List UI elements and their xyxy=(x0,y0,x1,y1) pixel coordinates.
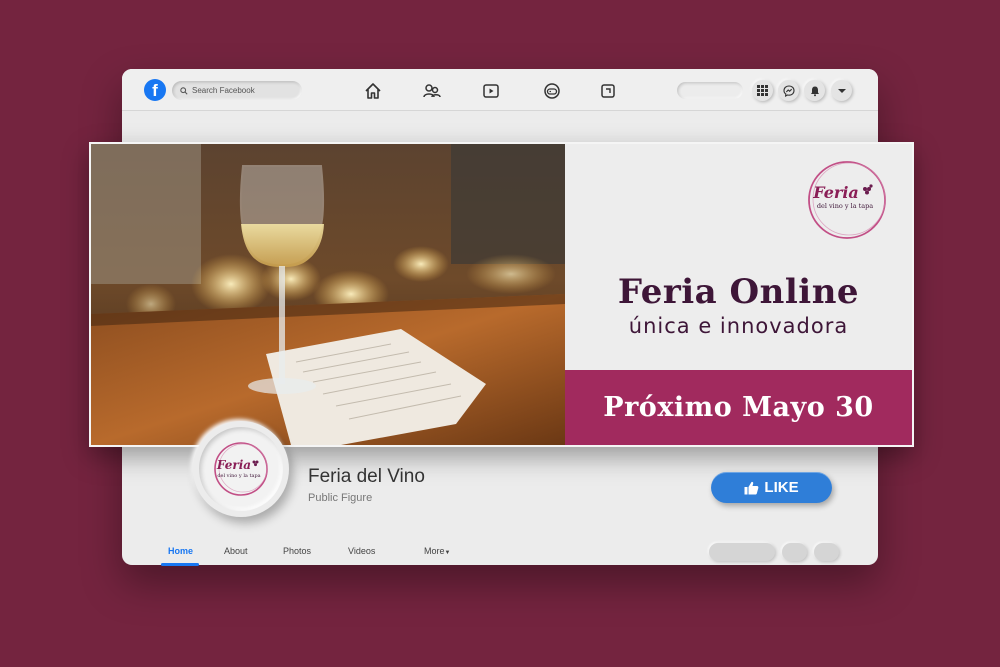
pages-icon[interactable] xyxy=(598,81,618,101)
watch-icon[interactable] xyxy=(481,81,501,101)
chevron-down-icon[interactable] xyxy=(831,80,852,101)
action-button-placeholder[interactable] xyxy=(814,543,839,561)
bell-icon[interactable] xyxy=(804,80,825,101)
page-tabs: Home About Photos Videos More▼ xyxy=(0,546,1000,562)
active-tab-indicator xyxy=(161,563,199,566)
page-category: Public Figure xyxy=(308,492,373,504)
action-button-placeholder[interactable] xyxy=(782,543,807,561)
gaming-icon[interactable] xyxy=(542,81,562,101)
tab-about[interactable]: About xyxy=(224,546,248,556)
action-button-placeholder[interactable] xyxy=(709,543,775,561)
tab-videos[interactable]: Videos xyxy=(348,546,375,556)
page-name: Feria del Vino xyxy=(308,466,425,487)
like-button[interactable]: LIKE xyxy=(711,472,832,503)
profile-avatar[interactable]: Feria del vino y la tapa xyxy=(193,421,289,517)
tab-more[interactable]: More▼ xyxy=(424,546,450,556)
logo-subtitle: del vino y la tapa xyxy=(817,202,873,210)
thumbs-up-icon xyxy=(744,481,759,494)
tab-more-label: More xyxy=(424,546,445,556)
right-search-pill[interactable] xyxy=(677,82,743,99)
wine-glass-bar-photo xyxy=(91,144,565,445)
event-date-banner: Próximo Mayo 30 xyxy=(565,370,912,445)
event-promo-panel: Feria del vino y la tapa Feria Online ún… xyxy=(565,144,912,445)
grid-menu-icon[interactable] xyxy=(752,80,773,101)
avatar-logo-frame: Feria del vino y la tapa xyxy=(199,427,283,511)
home-icon[interactable] xyxy=(363,81,383,101)
top-navigation-bar: f Search Facebook xyxy=(122,69,878,111)
event-headline: Feria Online xyxy=(617,272,860,312)
event-subheadline: única e innovadora xyxy=(628,314,849,338)
messenger-icon[interactable] xyxy=(778,80,799,101)
tab-photos[interactable]: Photos xyxy=(283,546,311,556)
like-label: LIKE xyxy=(764,479,799,496)
tab-home[interactable]: Home xyxy=(168,546,193,556)
logo-title: Feria xyxy=(812,183,859,202)
avatar-feria-logo: Feria del vino y la tapa xyxy=(214,442,268,496)
caret-down-icon: ▼ xyxy=(444,550,451,556)
avatar-logo-subtitle: del vino y la tapa xyxy=(217,473,260,479)
groups-icon[interactable] xyxy=(422,81,442,101)
feria-logo: Feria del vino y la tapa xyxy=(808,161,886,239)
cover-photo-banner[interactable]: Feria del vino y la tapa Feria Online ún… xyxy=(89,142,914,447)
avatar-logo-title: Feria xyxy=(216,458,251,472)
